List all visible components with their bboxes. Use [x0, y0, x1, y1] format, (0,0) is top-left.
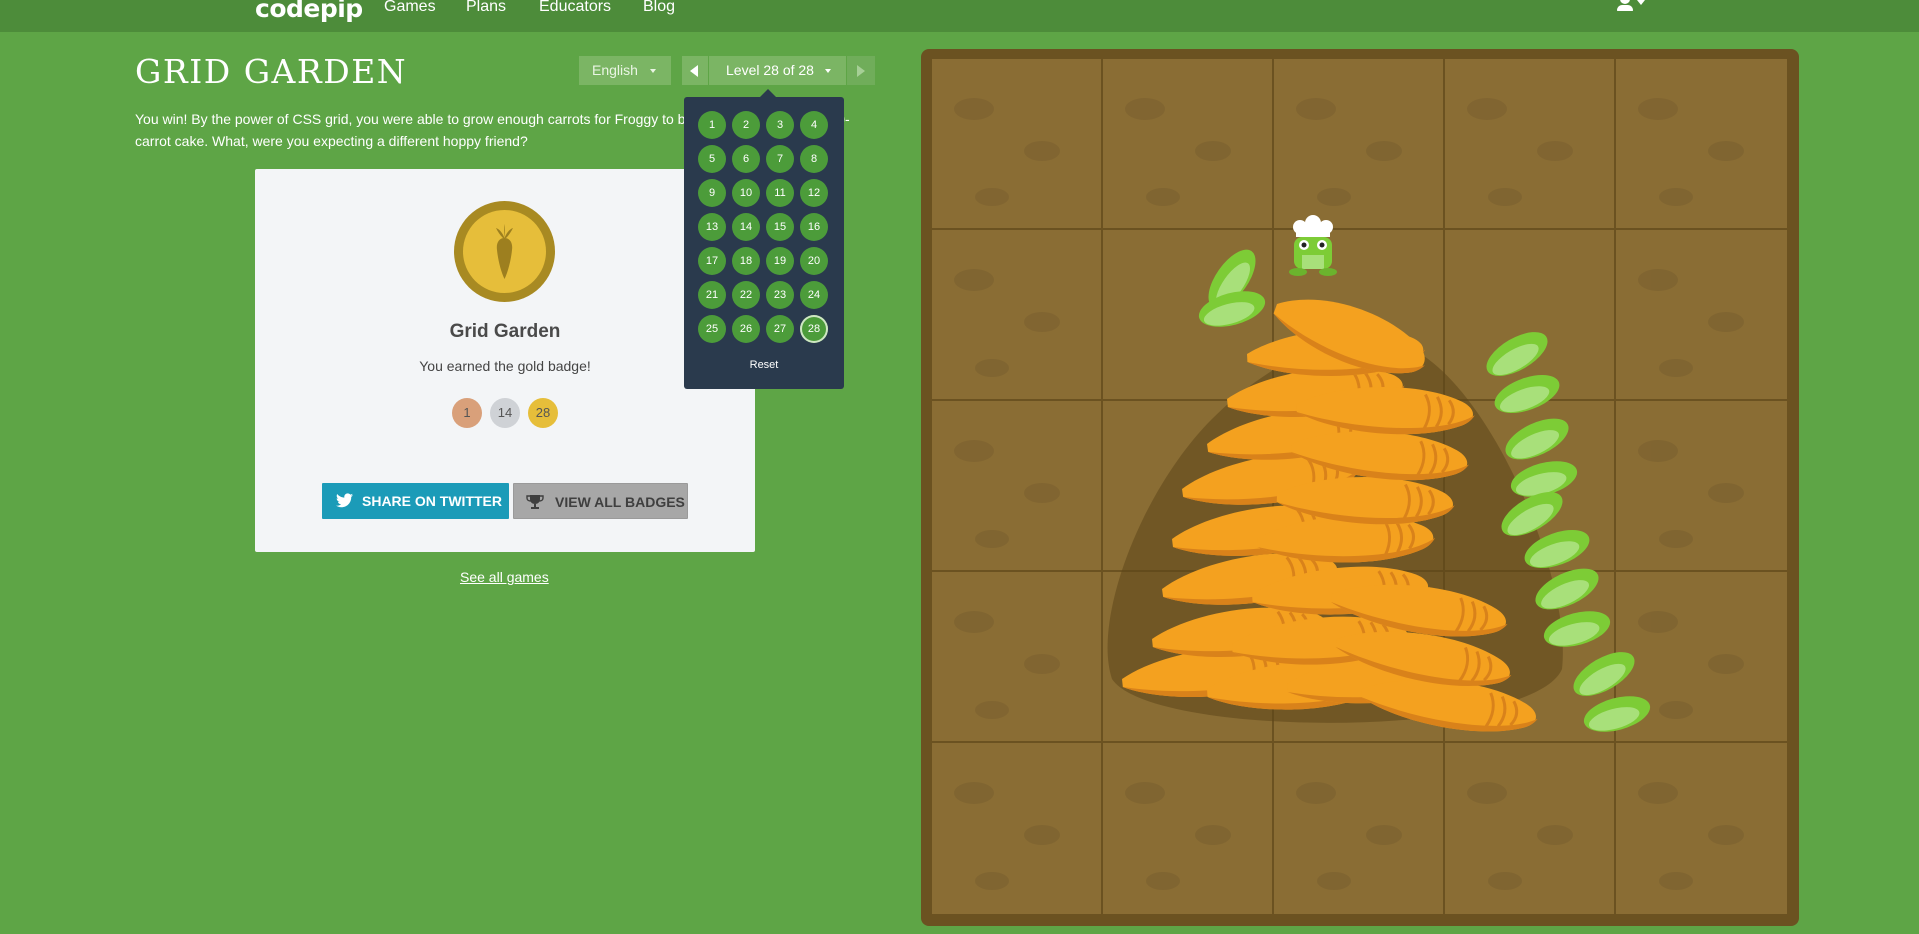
level-button-26[interactable]: 26 — [732, 315, 760, 343]
nav-link-games[interactable]: Games — [384, 0, 436, 16]
level-button-28[interactable]: 28 — [800, 315, 828, 343]
twitter-icon — [336, 493, 353, 508]
level-button-14[interactable]: 14 — [732, 213, 760, 241]
badge-title: Grid Garden — [449, 321, 561, 342]
level-button-8[interactable]: 8 — [800, 145, 828, 173]
language-select[interactable]: English — [579, 56, 671, 85]
nav-link-educators[interactable]: Educators — [539, 0, 611, 16]
level-button-25[interactable]: 25 — [698, 315, 726, 343]
level-button-1[interactable]: 1 — [698, 111, 726, 139]
garden-illustration — [932, 59, 1787, 914]
nav-link-blog[interactable]: Blog — [643, 0, 675, 16]
level-button-10[interactable]: 10 — [732, 179, 760, 207]
chevron-down-icon — [825, 69, 831, 73]
gold-badge: 28 — [528, 398, 558, 428]
level-button-13[interactable]: 13 — [698, 213, 726, 241]
game-title: GRID GARDEN — [135, 52, 408, 91]
level-button-16[interactable]: 16 — [800, 213, 828, 241]
level-button-4[interactable]: 4 — [800, 111, 828, 139]
level-button-15[interactable]: 15 — [766, 213, 794, 241]
trophy-icon — [526, 495, 544, 509]
level-button-22[interactable]: 22 — [732, 281, 760, 309]
user-menu[interactable] — [1616, 0, 1650, 16]
see-all-games-link[interactable]: See all games — [460, 569, 549, 585]
level-button-9[interactable]: 9 — [698, 179, 726, 207]
carrot-medal-icon — [496, 224, 513, 279]
previous-level-button[interactable] — [682, 56, 708, 85]
garden-board — [921, 49, 1799, 926]
reset-button[interactable]: Reset — [684, 359, 844, 371]
language-value: English — [592, 62, 638, 78]
level-button-12[interactable]: 12 — [800, 179, 828, 207]
level-button-11[interactable]: 11 — [766, 179, 794, 207]
codepip-logo[interactable]: codepip — [255, 0, 363, 23]
badge-card: Grid Garden You earned the gold badge! 1… — [255, 169, 755, 552]
level-button-19[interactable]: 19 — [766, 247, 794, 275]
level-button-3[interactable]: 3 — [766, 111, 794, 139]
badge-subtitle: You earned the gold badge! — [419, 358, 591, 374]
level-button-21[interactable]: 21 — [698, 281, 726, 309]
chevron-down-icon — [1637, 0, 1645, 5]
level-button-20[interactable]: 20 — [800, 247, 828, 275]
level-button-24[interactable]: 24 — [800, 281, 828, 309]
level-button-23[interactable]: 23 — [766, 281, 794, 309]
view-all-badges-button[interactable]: VIEW ALL BADGES — [513, 483, 688, 519]
share-on-twitter-label: SHARE ON TWITTER — [362, 493, 502, 509]
bronze-badge: 1 — [452, 398, 482, 428]
level-dropdown: 1 2 3 4 5 6 7 8 9 10 11 12 13 14 15 16 17 18 19 20 21 22 23 24 2… — [684, 89, 844, 389]
level-button-18[interactable]: 18 — [732, 247, 760, 275]
level-button-2[interactable]: 2 — [732, 111, 760, 139]
silver-badge: 14 — [490, 398, 520, 428]
top-navigation: codepip Games Plans Educators Blog — [0, 0, 1919, 32]
level-select[interactable]: Level 28 of 28 — [709, 56, 846, 85]
gold-medal — [454, 201, 555, 302]
level-button-5[interactable]: 5 — [698, 145, 726, 173]
user-icon — [1620, 0, 1630, 4]
level-button-27[interactable]: 27 — [766, 315, 794, 343]
level-button-17[interactable]: 17 — [698, 247, 726, 275]
level-indicator: Level 28 of 28 — [726, 62, 814, 78]
nav-link-plans[interactable]: Plans — [466, 0, 506, 16]
view-all-badges-label: VIEW ALL BADGES — [555, 494, 685, 510]
share-on-twitter-button[interactable]: SHARE ON TWITTER — [322, 483, 509, 519]
level-button-6[interactable]: 6 — [732, 145, 760, 173]
next-level-button[interactable] — [847, 56, 875, 85]
level-button-7[interactable]: 7 — [766, 145, 794, 173]
chevron-down-icon — [650, 69, 656, 73]
